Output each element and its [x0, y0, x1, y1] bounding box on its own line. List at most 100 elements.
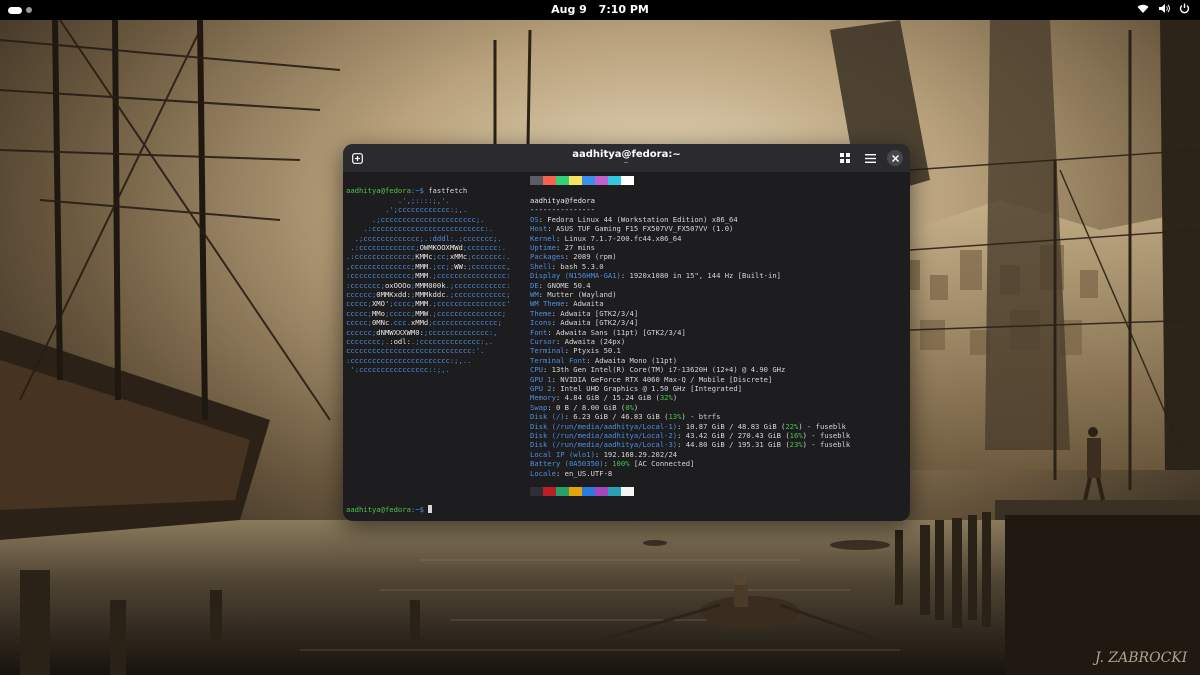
- info-key: Battery (0A50350): [530, 459, 604, 469]
- info-key: Theme: [530, 308, 552, 318]
- info-value: :: [603, 459, 613, 469]
- info-line: Shell: bash 5.3.0: [530, 262, 604, 271]
- info-line: Disk (/run/media/aadhitya/Local-2): 43.4…: [530, 431, 850, 440]
- info-line: Display (N156HMA-GA1): 1920x1080 in 15",…: [530, 271, 781, 280]
- info-value: : en_US.UTF-8: [555, 468, 613, 478]
- prompt-path: :~$: [410, 505, 424, 514]
- info-key: DE: [530, 280, 539, 290]
- terminal-content[interactable]: aadhitya@fedora:~$ fastfetch .',;::::;,'…: [343, 172, 910, 521]
- info-line: Swap: 0 B / 8.00 GiB (0%): [530, 403, 638, 412]
- color-swatch: [556, 487, 569, 496]
- info-value: : Adwaita: [564, 299, 604, 309]
- info-line: CPU: 13th Gen Intel(R) Core(TM) i7-13620…: [530, 365, 785, 374]
- info-line: Disk (/run/media/aadhitya/Local-3): 44.8…: [530, 440, 850, 449]
- info-percent: 32%: [659, 393, 673, 403]
- info-line: WM Theme: Adwaita: [530, 299, 604, 308]
- prompt-user: aadhitya@fedora: [346, 505, 411, 514]
- color-swatch: [582, 176, 595, 185]
- info-key: Host: [530, 224, 548, 234]
- info-key: Cursor: [530, 337, 556, 346]
- info-value: : NVIDIA GeForce RTX 4060 Max-Q / Mobile…: [551, 374, 773, 384]
- info-line: Cursor: Adwaita (24px): [530, 337, 625, 346]
- info-key: WM Theme: [530, 299, 565, 309]
- info-value: : Intel UHD Graphics @ 1.50 GHz [Integra…: [551, 384, 743, 393]
- info-line: WM: Mutter (Wayland): [530, 290, 617, 299]
- logo-line: .:cccccccccccccccccccccccccc:.: [346, 224, 494, 234]
- info-line: Kernel: Linux 7.1.7-200.fc44.x86_64: [530, 234, 681, 243]
- clock-button[interactable]: Aug 9 7:10 PM: [0, 3, 1200, 16]
- info-key: Disk (/run/media/aadhitya/Local-1): [530, 421, 678, 431]
- info-key: Swap: [530, 402, 548, 412]
- power-icon: [1179, 3, 1190, 14]
- color-swatch: [543, 176, 556, 185]
- color-swatch: [621, 487, 634, 496]
- top-bar: Aug 9 7:10 PM: [0, 0, 1200, 20]
- color-swatch: [543, 487, 556, 496]
- info-key: GPU 1: [530, 374, 552, 384]
- logo-line: :ccccccccccccccccccccccc:;,..: [346, 355, 472, 365]
- info-value-tail: ) - fuseblk: [798, 421, 846, 431]
- tab-overview-button[interactable]: [837, 150, 853, 166]
- info-value: : 27 mins: [555, 243, 595, 252]
- logo-line: ccccc;MMo;ccccc;MMW.;ccccccccccccccc;: [346, 308, 507, 318]
- color-swatch: [569, 176, 582, 185]
- info-value: : Fedora Linux 44 (Workstation Edition) …: [538, 214, 738, 224]
- color-swatch: [569, 487, 582, 496]
- info-value-tail: ) - fuseblk: [802, 431, 851, 440]
- info-line: Disk (/run/media/aadhitya/Local-1): 10.8…: [530, 422, 846, 431]
- info-key: Font: [530, 327, 548, 337]
- info-separator: ---------------: [530, 205, 595, 215]
- info-key: Uptime: [530, 243, 556, 252]
- info-line: OS: Fedora Linux 44 (Workstation Edition…: [530, 215, 738, 224]
- system-tray[interactable]: [1137, 3, 1190, 14]
- prompt-user: aadhitya@fedora: [346, 186, 411, 195]
- info-value: : Linux 7.1.7-200.fc44.x86_64: [555, 233, 682, 243]
- logo-line: .:ccccccccccccc;OWMKOOXMWd;ccccccc:.: [346, 243, 507, 252]
- info-value: : 192.168.29.202/24: [594, 449, 678, 459]
- info-value: : 13th Gen Intel(R) Core(TM) i7-13620H (…: [542, 365, 786, 375]
- logo-line: ccccc;XMO';cccc;MMM.;cccccccccccccccc': [346, 299, 511, 309]
- tab-overview-icon: [840, 153, 850, 163]
- info-key: Locale: [530, 468, 556, 478]
- info-value: : 6.23 GiB / 46.83 GiB (: [564, 412, 669, 422]
- color-swatch: [556, 176, 569, 185]
- info-line: Uptime: 27 mins: [530, 243, 595, 252]
- info-value: : 0 B / 8.00 GiB (: [547, 402, 626, 412]
- info-key: OS: [530, 214, 539, 224]
- info-key: Disk (/run/media/aadhitya/Local-2): [530, 431, 678, 440]
- info-key: Icons: [530, 318, 552, 328]
- info-value: : 10.87 GiB / 48.83 GiB (: [677, 421, 786, 431]
- volume-icon: [1158, 3, 1170, 14]
- info-key: Local IP (wlo1): [530, 449, 595, 459]
- system-info: aadhitya@fedora --------------- OS: Fedo…: [530, 196, 850, 478]
- info-value: : ASUS TUF Gaming F15 FX507VV_FX507VV (1…: [547, 224, 734, 234]
- window-subtitle: ~: [623, 159, 630, 167]
- info-line: GPU 1: NVIDIA GeForce RTX 4060 Max-Q / M…: [530, 375, 772, 384]
- terminal-headerbar[interactable]: aadhitya@fedora:~ ~: [343, 144, 910, 172]
- info-percent: 13%: [668, 412, 682, 422]
- info-key: Terminal Font: [530, 355, 587, 365]
- info-value: : Adwaita Sans (11pt) [GTK2/3/4]: [547, 327, 686, 337]
- info-line: Locale: en_US.UTF-8: [530, 469, 612, 478]
- command-text: fastfetch: [423, 186, 468, 195]
- logo-line: ,cccccccccccccc;MMM.;cc;;WW:;cccccccc,: [346, 261, 511, 271]
- color-swatch: [582, 487, 595, 496]
- terminal-window[interactable]: aadhitya@fedora:~ ~ aadhitya@fedora:~$ f…: [343, 144, 910, 521]
- main-menu-button[interactable]: [862, 150, 878, 166]
- logo-line: .;ccccccccccccc;.:dddl:.;ccccccc;.: [346, 233, 502, 243]
- info-line: DE: GNOME 50.4: [530, 281, 591, 290]
- hamburger-menu-icon: [864, 153, 876, 163]
- info-line: Terminal Font: Adwaita Mono (11pt): [530, 356, 677, 365]
- current-prompt[interactable]: aadhitya@fedora:~$: [346, 505, 433, 514]
- time-label: 7:10 PM: [598, 3, 649, 16]
- info-value-tail: ) - fuseblk: [802, 440, 851, 450]
- info-percent: 23%: [789, 440, 803, 450]
- info-value-tail: [AC Connected]: [629, 459, 695, 469]
- close-button[interactable]: [887, 150, 903, 166]
- info-value: : Adwaita [GTK2/3/4]: [551, 308, 639, 318]
- info-key: Terminal: [530, 346, 565, 356]
- command-line: aadhitya@fedora:~$ fastfetch: [346, 186, 467, 195]
- color-swatch: [608, 176, 621, 185]
- logo-line: ccccccccccccccccccccccccccccc:'.: [346, 346, 485, 356]
- info-line: Memory: 4.84 GiB / 15.24 GiB (32%): [530, 393, 677, 402]
